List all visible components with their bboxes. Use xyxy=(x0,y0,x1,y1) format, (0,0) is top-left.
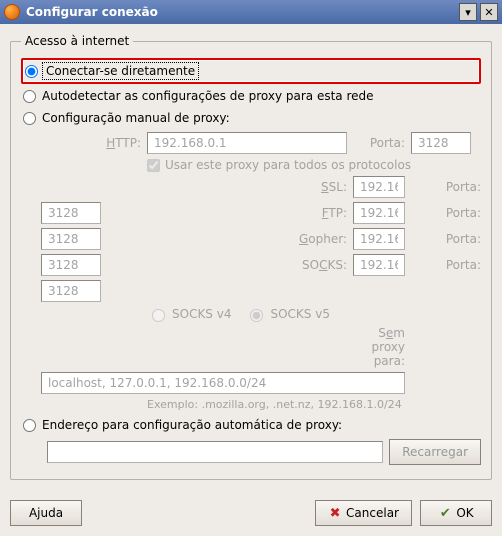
socks-host-input[interactable] xyxy=(353,254,405,276)
minimize-button[interactable]: ▾ xyxy=(459,3,477,21)
group-legend: Acesso à internet xyxy=(21,34,133,48)
radio-autodetect-input[interactable] xyxy=(23,90,36,103)
app-icon xyxy=(4,4,20,20)
cancel-icon xyxy=(328,506,342,520)
label-ftp: FTP: xyxy=(147,206,347,220)
help-button[interactable]: Ajuda xyxy=(10,500,82,526)
ssl-port-input[interactable] xyxy=(41,202,101,224)
socks-port-input[interactable] xyxy=(41,280,101,302)
internet-access-group: Acesso à internet Conectar-se diretament… xyxy=(10,34,492,480)
label-ftp-port: Porta: xyxy=(411,206,481,220)
label-gopher: Gopher: xyxy=(147,232,347,246)
socks4-option[interactable]: SOCKS v4 xyxy=(147,306,231,322)
ftp-host-input[interactable] xyxy=(353,202,405,224)
label-http: HTTP: xyxy=(41,136,141,150)
use-for-all-label: Usar este proxy para todos os protocolos xyxy=(165,158,411,172)
radio-connect-directly[interactable]: Conectar-se diretamente xyxy=(21,58,481,84)
cancel-button[interactable]: Cancelar xyxy=(315,500,412,526)
gopher-host-input[interactable] xyxy=(353,228,405,250)
http-host-input[interactable] xyxy=(147,132,347,154)
use-for-all-checkbox[interactable] xyxy=(147,159,160,172)
ssl-host-input[interactable] xyxy=(353,176,405,198)
dialog-content: Acesso à internet Conectar-se diretament… xyxy=(0,24,502,490)
reload-button[interactable]: Recarregar xyxy=(389,439,481,465)
pac-row: Recarregar xyxy=(47,439,481,465)
socks5-radio[interactable] xyxy=(250,309,263,322)
radio-pac-input[interactable] xyxy=(23,419,36,432)
label-http-port: Porta: xyxy=(353,136,405,150)
radio-direct-input[interactable] xyxy=(25,65,38,78)
label-ssl: SSL: xyxy=(147,180,347,194)
ok-icon xyxy=(438,506,452,520)
radio-autodetect-label: Autodetectar as configurações de proxy p… xyxy=(42,89,374,103)
socks-version-row: SOCKS v4 SOCKS v5 xyxy=(147,306,481,322)
noproxy-example: Exemplo: .mozilla.org, .net.nz, 192.168.… xyxy=(147,398,481,411)
radio-pac-label: Endereço para configuração automática de… xyxy=(42,418,342,432)
label-noproxy: Sem proxy para: xyxy=(353,326,405,368)
label-socks: SOCKS: xyxy=(147,258,347,272)
proxy-grid: HTTP: Porta: Usar este proxy para todos … xyxy=(41,132,481,411)
titlebar: Configurar conexão ▾ ✕ xyxy=(0,0,502,24)
radio-autodetect[interactable]: Autodetectar as configurações de proxy p… xyxy=(21,86,481,106)
bottom-bar: Ajuda Cancelar OK xyxy=(0,490,502,536)
http-port-input[interactable] xyxy=(411,132,471,154)
radio-pac[interactable]: Endereço para configuração automática de… xyxy=(21,415,481,435)
label-ssl-port: Porta: xyxy=(411,180,481,194)
label-gopher-port: Porta: xyxy=(411,232,481,246)
socks5-option[interactable]: SOCKS v5 xyxy=(245,306,329,322)
radio-direct-label: Conectar-se diretamente xyxy=(44,64,197,78)
ok-button[interactable]: OK xyxy=(420,500,492,526)
socks4-radio[interactable] xyxy=(152,309,165,322)
gopher-port-input[interactable] xyxy=(41,254,101,276)
use-for-all-row: Usar este proxy para todos os protocolos xyxy=(147,158,481,172)
pac-url-input[interactable] xyxy=(47,441,383,463)
window-title: Configurar conexão xyxy=(26,5,456,19)
ftp-port-input[interactable] xyxy=(41,228,101,250)
radio-manual-label: Configuração manual de proxy: xyxy=(42,111,230,125)
radio-manual-input[interactable] xyxy=(23,112,36,125)
noproxy-input[interactable] xyxy=(41,372,405,394)
label-socks-port: Porta: xyxy=(411,258,481,272)
close-button[interactable]: ✕ xyxy=(480,3,498,21)
radio-manual[interactable]: Configuração manual de proxy: xyxy=(21,108,481,128)
